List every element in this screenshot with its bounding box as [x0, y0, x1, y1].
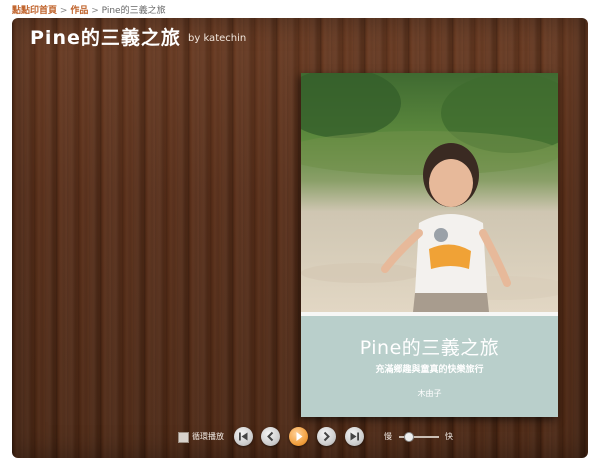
- book-cover[interactable]: Pine的三義之旅 充滿鄉趣與童真的快樂旅行 木由子: [301, 73, 558, 417]
- next-page-icon: [323, 431, 330, 442]
- book-title: Pine的三義之旅: [359, 337, 500, 359]
- playback-controls: 循環播放 慢 快: [12, 426, 588, 450]
- flipbook-viewer: Pine的三義之旅 by katechin Pine的三義之旅 充滿鄉趣與童真的…: [12, 18, 588, 458]
- last-page-button[interactable]: [345, 427, 364, 446]
- toddler-photo-illustration: [301, 73, 558, 312]
- viewer-author: by katechin: [188, 33, 247, 44]
- first-page-icon: [239, 432, 248, 441]
- breadcrumb-separator: >: [91, 6, 99, 16]
- speed-fast-label: 快: [445, 432, 453, 441]
- breadcrumb-separator: >: [59, 6, 68, 16]
- breadcrumb-works-link[interactable]: 作品: [70, 6, 88, 16]
- breadcrumb-home-link[interactable]: 點點印首頁: [12, 6, 57, 16]
- book-subtitle: 充滿鄉趣與童真的快樂旅行: [375, 365, 484, 375]
- book-author: 木由子: [417, 389, 442, 398]
- speed-slow-label: 慢: [384, 432, 392, 441]
- speed-slider-handle[interactable]: [404, 432, 414, 442]
- cover-title-band: Pine的三義之旅 充滿鄉趣與童真的快樂旅行 木由子: [301, 316, 558, 417]
- breadcrumb-current: Pine的三義之旅: [101, 6, 166, 16]
- first-page-button[interactable]: [234, 427, 253, 446]
- loop-playback-checkbox[interactable]: [178, 432, 189, 443]
- speed-slider[interactable]: [399, 432, 439, 442]
- next-page-button[interactable]: [317, 427, 336, 446]
- viewer-title: Pine的三義之旅: [30, 27, 181, 49]
- breadcrumb: 點點印首頁 > 作品 > Pine的三義之旅: [12, 4, 166, 18]
- prev-page-icon: [267, 431, 274, 442]
- play-button[interactable]: [289, 427, 308, 446]
- prev-page-button[interactable]: [261, 427, 280, 446]
- cover-photo: [301, 73, 558, 312]
- loop-playback-label: 循環播放: [192, 432, 224, 441]
- play-icon: [296, 432, 303, 441]
- last-page-icon: [350, 432, 359, 441]
